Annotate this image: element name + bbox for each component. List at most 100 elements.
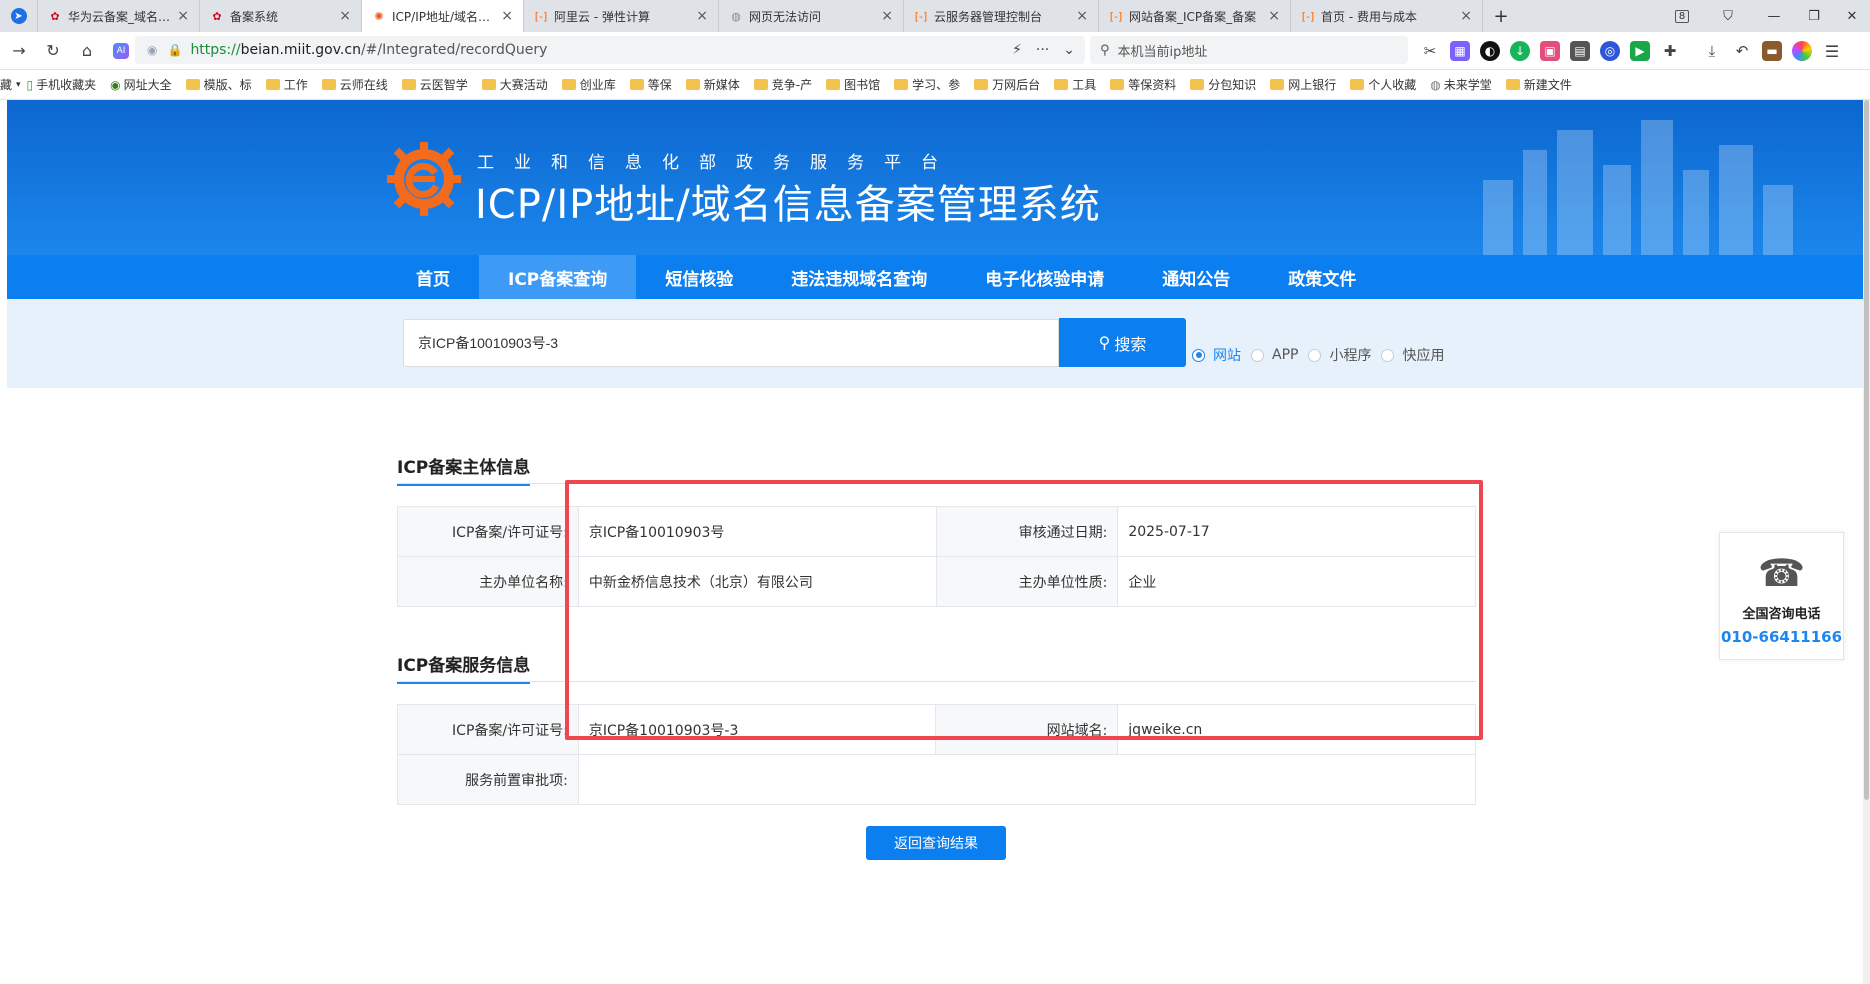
- browser-menu-icon[interactable]: ➤: [0, 0, 38, 32]
- page-scrollbar[interactable]: [1863, 100, 1870, 984]
- radio-website[interactable]: 网站: [1192, 345, 1241, 365]
- scissors-icon[interactable]: ✂: [1420, 41, 1440, 61]
- puzzle-icon[interactable]: ✚: [1660, 41, 1680, 61]
- tab-0[interactable]: ✿ 华为云备案_域名ICP备案 ×: [38, 0, 200, 32]
- radio-app[interactable]: APP: [1251, 347, 1298, 363]
- bookmark-item[interactable]: 藏 ▾: [0, 76, 21, 93]
- forward-icon[interactable]: →: [4, 36, 34, 66]
- restore-icon[interactable]: ❐: [1796, 0, 1832, 32]
- site-subtitle: 工业和信息化部政务服务平台: [477, 153, 958, 173]
- video-icon[interactable]: ▶: [1630, 41, 1650, 61]
- tab-1[interactable]: ✿ 备案系统 ×: [200, 0, 362, 32]
- bookmark-item[interactable]: ◍ 未来学堂: [1430, 76, 1492, 93]
- bookmark-folder[interactable]: 大赛活动: [481, 76, 548, 93]
- tab-6[interactable]: [-] 网站备案_ICP备案_备案 ×: [1099, 0, 1291, 32]
- tab-5[interactable]: [-] 云服务器管理控制台 ×: [904, 0, 1099, 32]
- bookmark-folder[interactable]: 分包知识: [1190, 76, 1256, 93]
- folder-icon: [1270, 79, 1285, 90]
- bookmark-folder[interactable]: 云医智学: [401, 76, 468, 93]
- bookmark-folder[interactable]: 竞争-产: [753, 76, 812, 93]
- tab-4[interactable]: ◍ 网页无法访问 ×: [719, 0, 904, 32]
- download-icon[interactable]: ⤓: [1702, 41, 1722, 61]
- close-window-icon[interactable]: ✕: [1834, 0, 1870, 32]
- contact-panel[interactable]: ☎ 全国咨询电话 010-66411166: [1719, 532, 1844, 660]
- download-helper-icon[interactable]: ↓: [1510, 41, 1530, 61]
- radio-quickapp[interactable]: 快应用: [1381, 345, 1444, 365]
- label-cell: 主办单位名称:: [397, 556, 579, 607]
- shirt-icon[interactable]: ⛉: [1710, 0, 1746, 32]
- extension-icon[interactable]: ▣: [1540, 41, 1560, 61]
- tab-7[interactable]: [-] 首页 - 费用与成本 ×: [1291, 0, 1483, 32]
- extension-icon[interactable]: ▤: [1570, 41, 1590, 61]
- tab-counter[interactable]: 8: [1664, 0, 1700, 32]
- label-cell: ICP备案/许可证号:: [397, 704, 579, 755]
- nav-home[interactable]: 首页: [387, 255, 479, 299]
- back-to-results-button[interactable]: 返回查询结果: [866, 826, 1006, 860]
- lightning-icon[interactable]: ⚡: [1012, 42, 1022, 58]
- folder-icon: [321, 79, 336, 90]
- address-bar[interactable]: ◉ 🔒 https://beian.miit.gov.cn/#/Integrat…: [135, 36, 1085, 64]
- bookmark-item[interactable]: ▯ 手机收藏夹: [27, 76, 97, 93]
- new-tab-icon[interactable]: +: [1483, 0, 1519, 32]
- bookmark-folder[interactable]: 模版、标: [185, 76, 252, 93]
- folder-icon: [481, 79, 496, 90]
- close-icon[interactable]: ×: [177, 8, 189, 24]
- more-icon[interactable]: ···: [1036, 42, 1049, 58]
- briefcase-icon[interactable]: ▬: [1762, 41, 1782, 61]
- nav-notices[interactable]: 通知公告: [1133, 255, 1259, 299]
- tab-2[interactable]: ✺ ICP/IP地址/域名信息备案 ×: [362, 0, 524, 32]
- close-icon[interactable]: ×: [339, 8, 351, 24]
- bookmark-folder[interactable]: 创业库: [561, 76, 616, 93]
- minimize-icon[interactable]: —: [1756, 0, 1792, 32]
- home-icon[interactable]: ⌂: [72, 36, 102, 66]
- bookmark-folder[interactable]: 学习、参: [894, 76, 960, 93]
- browser-tab-bar: ➤ ✿ 华为云备案_域名ICP备案 × ✿ 备案系统 × ✺ ICP/IP地址/…: [0, 0, 1870, 32]
- ai-icon[interactable]: AI: [106, 36, 136, 66]
- tab-3[interactable]: [-] 阿里云 - 弹性计算 ×: [524, 0, 719, 32]
- bookmark-folder[interactable]: 工作: [265, 76, 308, 93]
- bookmark-folder[interactable]: 等保资料: [1110, 76, 1176, 93]
- nav-policy-docs[interactable]: 政策文件: [1259, 255, 1385, 299]
- close-icon[interactable]: ×: [696, 8, 708, 24]
- close-icon[interactable]: ×: [1460, 8, 1472, 24]
- bookmark-folder[interactable]: 网上银行: [1270, 76, 1336, 93]
- extension-icon[interactable]: [1792, 41, 1812, 61]
- bookmark-item[interactable]: ◉ 网址大全: [110, 76, 172, 93]
- folder-icon: [265, 79, 280, 90]
- scrollbar-thumb[interactable]: [1864, 100, 1869, 800]
- phone-icon: ▯: [26, 77, 34, 92]
- close-icon[interactable]: ×: [1076, 8, 1088, 24]
- record-search-input[interactable]: 京ICP备10010903号-3: [403, 319, 1059, 367]
- radio-miniprogram[interactable]: 小程序: [1308, 345, 1371, 365]
- nav-electronic-verify[interactable]: 电子化核验申请: [956, 255, 1133, 299]
- bookmark-folder[interactable]: 新媒体: [685, 76, 740, 93]
- bookmark-folder[interactable]: 工具: [1054, 76, 1096, 93]
- web-page: 工业和信息化部政务服务平台 ICP/IP地址/域名信息备案管理系统 首页 ICP…: [7, 100, 1863, 984]
- folder-icon: [974, 79, 989, 90]
- close-icon[interactable]: ×: [1268, 8, 1280, 24]
- extension-icon[interactable]: ◐: [1480, 41, 1500, 61]
- bookmark-folder[interactable]: 云师在线: [321, 76, 388, 93]
- bookmark-folder[interactable]: 个人收藏: [1350, 76, 1416, 93]
- close-icon[interactable]: ×: [501, 8, 513, 24]
- undo-icon[interactable]: ↶: [1732, 41, 1752, 61]
- reload-icon[interactable]: ↻: [38, 36, 68, 66]
- search-type-options: 网站 APP 小程序 快应用: [1192, 345, 1454, 365]
- close-icon[interactable]: ×: [881, 8, 893, 24]
- bookmark-folder[interactable]: 万网后台: [974, 76, 1040, 93]
- search-button[interactable]: ⚲ 搜索: [1059, 318, 1186, 367]
- bookmark-folder[interactable]: 等保: [629, 76, 672, 93]
- nav-illegal-domain-query[interactable]: 违法违规域名查询: [762, 255, 956, 299]
- menu-icon[interactable]: ☰: [1822, 41, 1842, 61]
- extension-icon[interactable]: ▦: [1450, 41, 1470, 61]
- extension-icon[interactable]: ◎: [1600, 41, 1620, 61]
- bookmark-folder[interactable]: 图书馆: [826, 76, 880, 93]
- contact-label: 全国咨询电话: [1742, 607, 1821, 622]
- chevron-down-icon[interactable]: ⌄: [1063, 42, 1075, 58]
- nav-icp-query[interactable]: ICP备案查询: [479, 255, 637, 299]
- folder-icon: [1190, 79, 1205, 90]
- huawei-icon: ✿: [212, 9, 222, 23]
- nav-sms-verify[interactable]: 短信核验: [636, 255, 762, 299]
- bookmark-folder[interactable]: 新建文件: [1505, 76, 1572, 93]
- search-engine-input[interactable]: ⚲ 本机当前ip地址: [1090, 36, 1408, 64]
